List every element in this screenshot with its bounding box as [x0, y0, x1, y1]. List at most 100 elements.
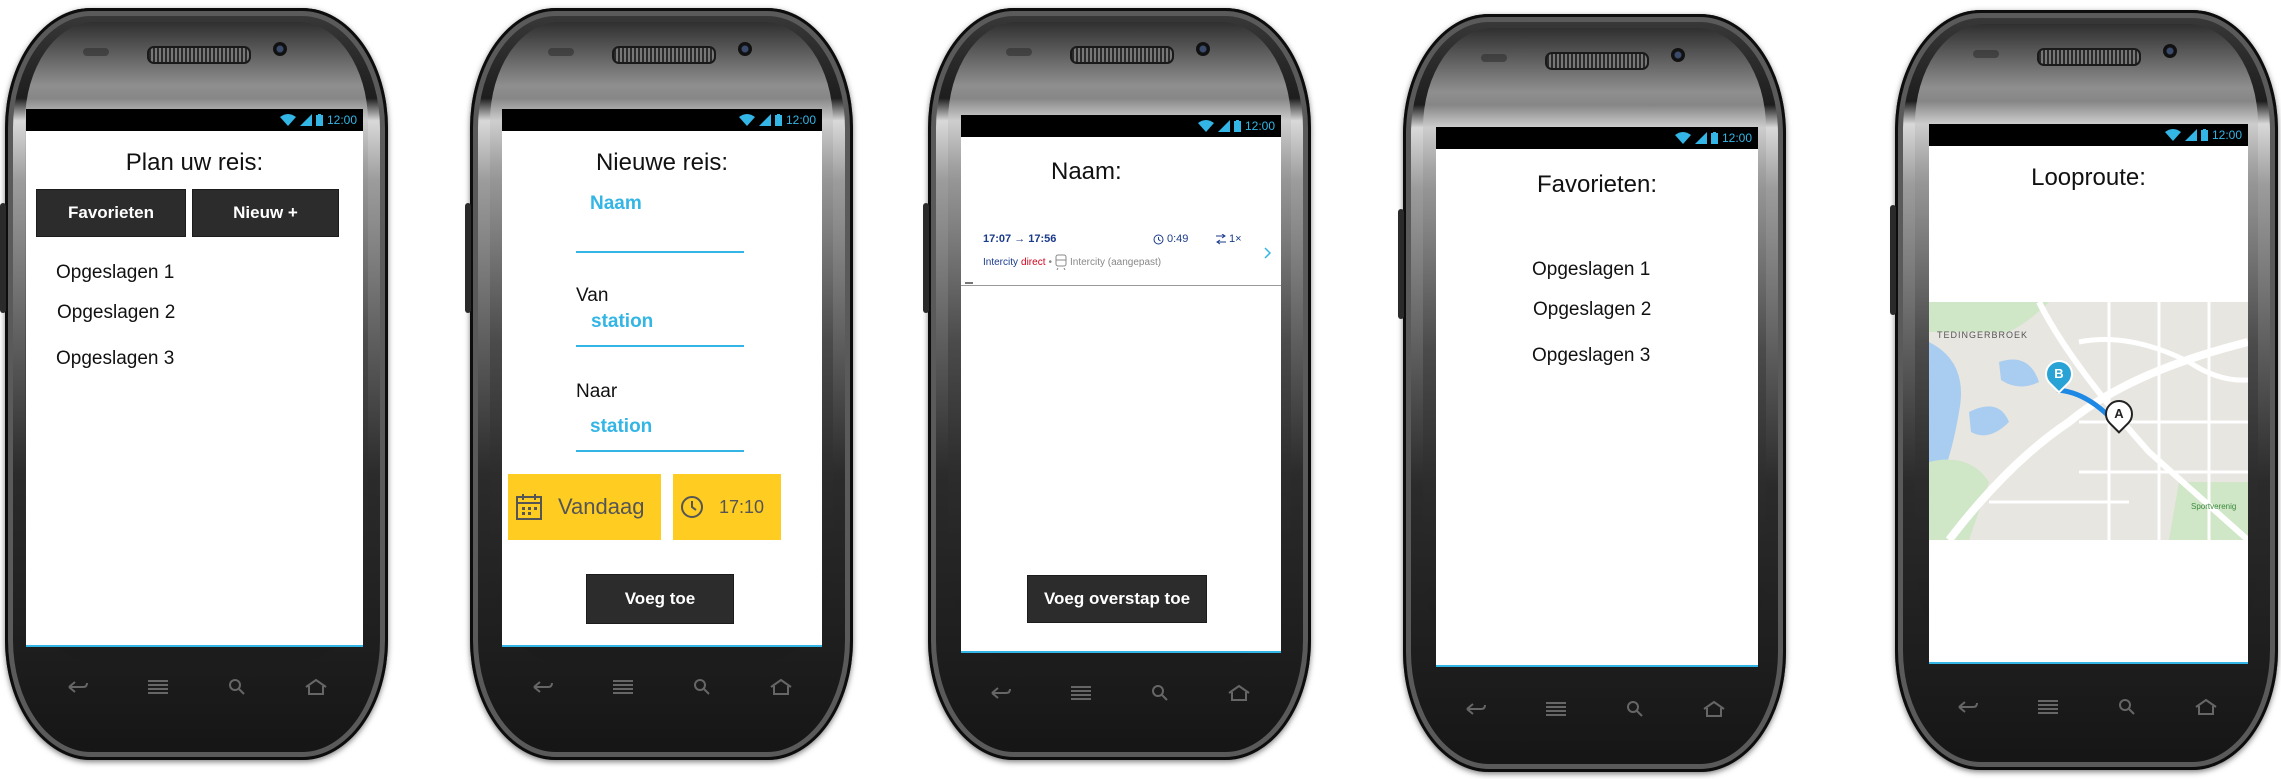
phone-frame: 12:00 Nieuwe reis: Naam Van station Naar… — [465, 8, 853, 760]
name-input[interactable]: Naam — [590, 193, 642, 215]
to-input-underline — [576, 450, 744, 452]
train2-name: Intercity (aangepast) — [1069, 256, 1162, 268]
saved-item-2[interactable]: Opgeslagen 2 — [1533, 299, 1651, 321]
search-icon[interactable] — [1626, 700, 1644, 718]
phone-frame: 12:00 Favorieten: Opgeslagen 1 Opgeslage… — [1398, 14, 1786, 772]
saved-item-3[interactable]: Opgeslagen 3 — [1532, 345, 1650, 367]
depart-time: 17:07 — [983, 233, 1012, 245]
marker-a-label: A — [2114, 406, 2124, 421]
screen: 12:00 Nieuwe reis: Naam Van station Naar… — [502, 109, 822, 647]
back-icon[interactable] — [988, 685, 1012, 701]
speaker-grille — [611, 46, 716, 64]
time-picker[interactable]: 17:10 — [673, 474, 781, 540]
menu-icon[interactable] — [612, 679, 634, 695]
screen: 12:00 Looproute: TEDINGERBROEK Sportvere… — [1929, 124, 2248, 664]
back-icon[interactable] — [1463, 701, 1487, 717]
menu-icon[interactable] — [2037, 699, 2059, 715]
page-title: Favorieten: — [1536, 171, 1658, 198]
battery-icon — [774, 114, 782, 126]
saved-item-2[interactable]: Opgeslagen 2 — [57, 302, 175, 324]
signal-icon — [2184, 129, 2197, 141]
screen-divider — [1929, 662, 2248, 664]
chevron-right-icon[interactable] — [1264, 247, 1272, 259]
phone-frame: 12:00 Looproute: TEDINGERBROEK Sportvere… — [1890, 10, 2278, 770]
signal-icon — [1694, 132, 1707, 144]
nav-bar — [1463, 694, 1726, 724]
marker-b-label: B — [2054, 366, 2064, 381]
screen: 12:00 Naam: 17:07 → 17:56 0:49 1× Interc… — [961, 115, 1281, 653]
proximity-sensor — [548, 48, 574, 56]
page-title: Nieuwe reis: — [595, 149, 729, 176]
new-trip-button[interactable]: Nieuw + — [192, 189, 339, 237]
status-bar: 12:00 — [502, 109, 822, 131]
nav-bar — [988, 678, 1251, 708]
screen-divider — [26, 645, 363, 647]
page-title: Plan uw reis: — [125, 149, 264, 176]
proximity-sensor — [1006, 48, 1032, 56]
side-key — [1890, 205, 1896, 315]
nav-bar — [65, 672, 328, 702]
search-icon[interactable] — [228, 678, 246, 696]
status-time: 12:00 — [1721, 131, 1752, 145]
signal-icon — [299, 114, 312, 126]
screen: 12:00 Plan uw reis: Favorieten Nieuw + O… — [26, 109, 363, 647]
wifi-icon — [1674, 132, 1691, 144]
side-key — [465, 203, 471, 313]
camera-icon — [1196, 42, 1210, 56]
battery-icon — [1233, 120, 1241, 132]
search-icon[interactable] — [693, 678, 711, 696]
home-icon[interactable] — [2194, 698, 2218, 716]
proximity-sensor — [1481, 54, 1507, 62]
scroll-indicator — [965, 282, 973, 284]
phone-frame: 12:00 Plan uw reis: Favorieten Nieuw + O… — [0, 8, 388, 760]
add-trip-button[interactable]: Voeg toe — [586, 574, 734, 624]
saved-item-1[interactable]: Opgeslagen 1 — [1532, 259, 1650, 281]
favorites-button[interactable]: Favorieten — [36, 189, 186, 237]
add-transfer-button[interactable]: Voeg overstap toe — [1027, 575, 1207, 623]
screen-divider — [502, 645, 822, 647]
duration: 0:49 — [1167, 233, 1189, 245]
back-icon[interactable] — [65, 679, 89, 695]
time-label: 17:10 — [719, 496, 765, 517]
clock-icon — [681, 496, 703, 518]
from-input-underline — [576, 345, 744, 347]
transfers: 1× — [1229, 233, 1242, 245]
side-key — [923, 203, 929, 313]
menu-icon[interactable] — [1545, 701, 1567, 717]
signal-icon — [758, 114, 771, 126]
from-label: Van — [576, 285, 609, 306]
home-icon[interactable] — [769, 678, 793, 696]
separator-dot: • — [1048, 256, 1052, 268]
arrow-right-icon: → — [1014, 233, 1029, 245]
trip-card[interactable]: 17:07 → 17:56 0:49 1× Intercity direct •… — [961, 221, 1281, 286]
menu-icon[interactable] — [147, 679, 169, 695]
back-icon[interactable] — [530, 679, 554, 695]
page-title: Looproute: — [2031, 164, 2146, 191]
wifi-icon — [2164, 129, 2181, 141]
home-icon[interactable] — [1702, 700, 1726, 718]
to-input[interactable]: station — [590, 416, 652, 438]
route-map[interactable]: TEDINGERBROEK Sportverenig B A — [1929, 302, 2248, 540]
speaker-grille — [1069, 46, 1174, 64]
saved-item-1[interactable]: Opgeslagen 1 — [56, 262, 174, 284]
date-picker[interactable]: Vandaag — [508, 474, 661, 540]
proximity-sensor — [83, 48, 109, 56]
from-input[interactable]: station — [591, 311, 653, 333]
camera-icon — [1671, 48, 1685, 62]
search-icon[interactable] — [2118, 698, 2136, 716]
page-title: Naam: — [1051, 158, 1122, 185]
status-bar: 12:00 — [961, 115, 1281, 137]
train1-name: Intercity — [983, 256, 1019, 268]
side-key — [0, 203, 6, 313]
search-icon[interactable] — [1151, 684, 1169, 702]
status-bar: 12:00 — [1929, 124, 2248, 146]
home-icon[interactable] — [304, 678, 328, 696]
battery-icon — [2200, 129, 2208, 141]
saved-item-3[interactable]: Opgeslagen 3 — [56, 348, 174, 370]
menu-icon[interactable] — [1070, 685, 1092, 701]
speaker-grille — [2036, 48, 2141, 66]
camera-icon — [738, 42, 752, 56]
back-icon[interactable] — [1955, 699, 1979, 715]
home-icon[interactable] — [1227, 684, 1251, 702]
to-label: Naar — [576, 381, 618, 402]
